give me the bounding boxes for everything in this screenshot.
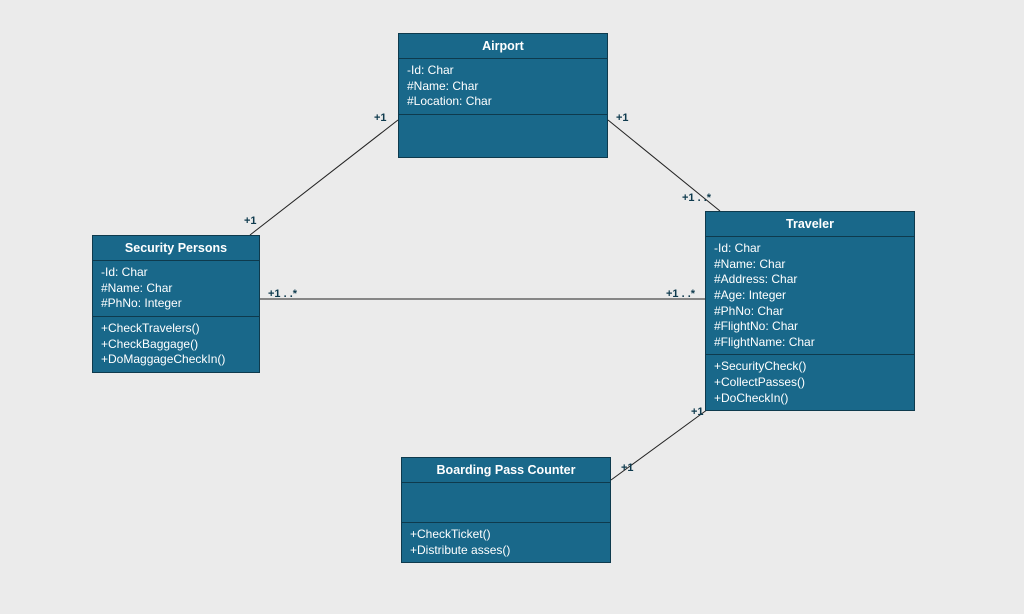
method-row: +CheckTicket() [410,527,602,543]
class-airport: Airport -Id: Char #Name: Char #Location:… [398,33,608,158]
method-row: +CheckBaggage() [101,337,251,353]
method-row: +DoMaggageCheckIn() [101,352,251,368]
class-security-title: Security Persons [93,236,259,261]
attr-row: #Location: Char [407,94,599,110]
attr-row: #Name: Char [714,257,906,273]
class-traveler: Traveler -Id: Char #Name: Char #Address:… [705,211,915,411]
attr-row: #Address: Char [714,272,906,288]
mult-security-traveler-right: +1 . .* [666,288,695,300]
attr-row: #Age: Integer [714,288,906,304]
class-security-persons: Security Persons -Id: Char #Name: Char #… [92,235,260,373]
class-boarding-pass-counter: Boarding Pass Counter +CheckTicket() +Di… [401,457,611,563]
mult-security-traveler-left: +1 . .* [268,288,297,300]
mult-airport-security-bot: +1 [244,215,257,227]
method-row: +DoCheckIn() [714,391,906,407]
method-row: +CheckTravelers() [101,321,251,337]
method-row: +CollectPasses() [714,375,906,391]
attr-row: #Name: Char [101,281,251,297]
class-airport-title: Airport [399,34,607,59]
class-traveler-methods: +SecurityCheck() +CollectPasses() +DoChe… [706,355,914,410]
class-traveler-title: Traveler [706,212,914,237]
attr-row: -Id: Char [407,63,599,79]
attr-row: -Id: Char [101,265,251,281]
mult-airport-security-top: +1 [374,112,387,124]
class-security-attrs: -Id: Char #Name: Char #PhNo: Integer [93,261,259,317]
mult-traveler-boarding-bot: +1 [621,462,634,474]
class-security-methods: +CheckTravelers() +CheckBaggage() +DoMag… [93,317,259,372]
class-boarding-attrs [402,483,610,523]
mult-traveler-boarding-top: +1 [691,406,704,418]
attr-row: #PhNo: Integer [101,296,251,312]
mult-airport-traveler-top: +1 [616,112,629,124]
class-boarding-title: Boarding Pass Counter [402,458,610,483]
class-airport-attrs: -Id: Char #Name: Char #Location: Char [399,59,607,115]
attr-row: #Name: Char [407,79,599,95]
class-traveler-attrs: -Id: Char #Name: Char #Address: Char #Ag… [706,237,914,355]
method-row: +SecurityCheck() [714,359,906,375]
class-boarding-methods: +CheckTicket() +Distribute asses() [402,523,610,562]
uml-diagram-canvas: Airport -Id: Char #Name: Char #Location:… [0,0,1024,614]
mult-airport-traveler-bot: +1 . .* [682,192,711,204]
class-airport-methods [399,115,607,157]
attr-row: #FlightName: Char [714,335,906,351]
attr-row: #FlightNo: Char [714,319,906,335]
attr-row: #PhNo: Char [714,304,906,320]
method-row: +Distribute asses() [410,543,602,559]
attr-row: -Id: Char [714,241,906,257]
